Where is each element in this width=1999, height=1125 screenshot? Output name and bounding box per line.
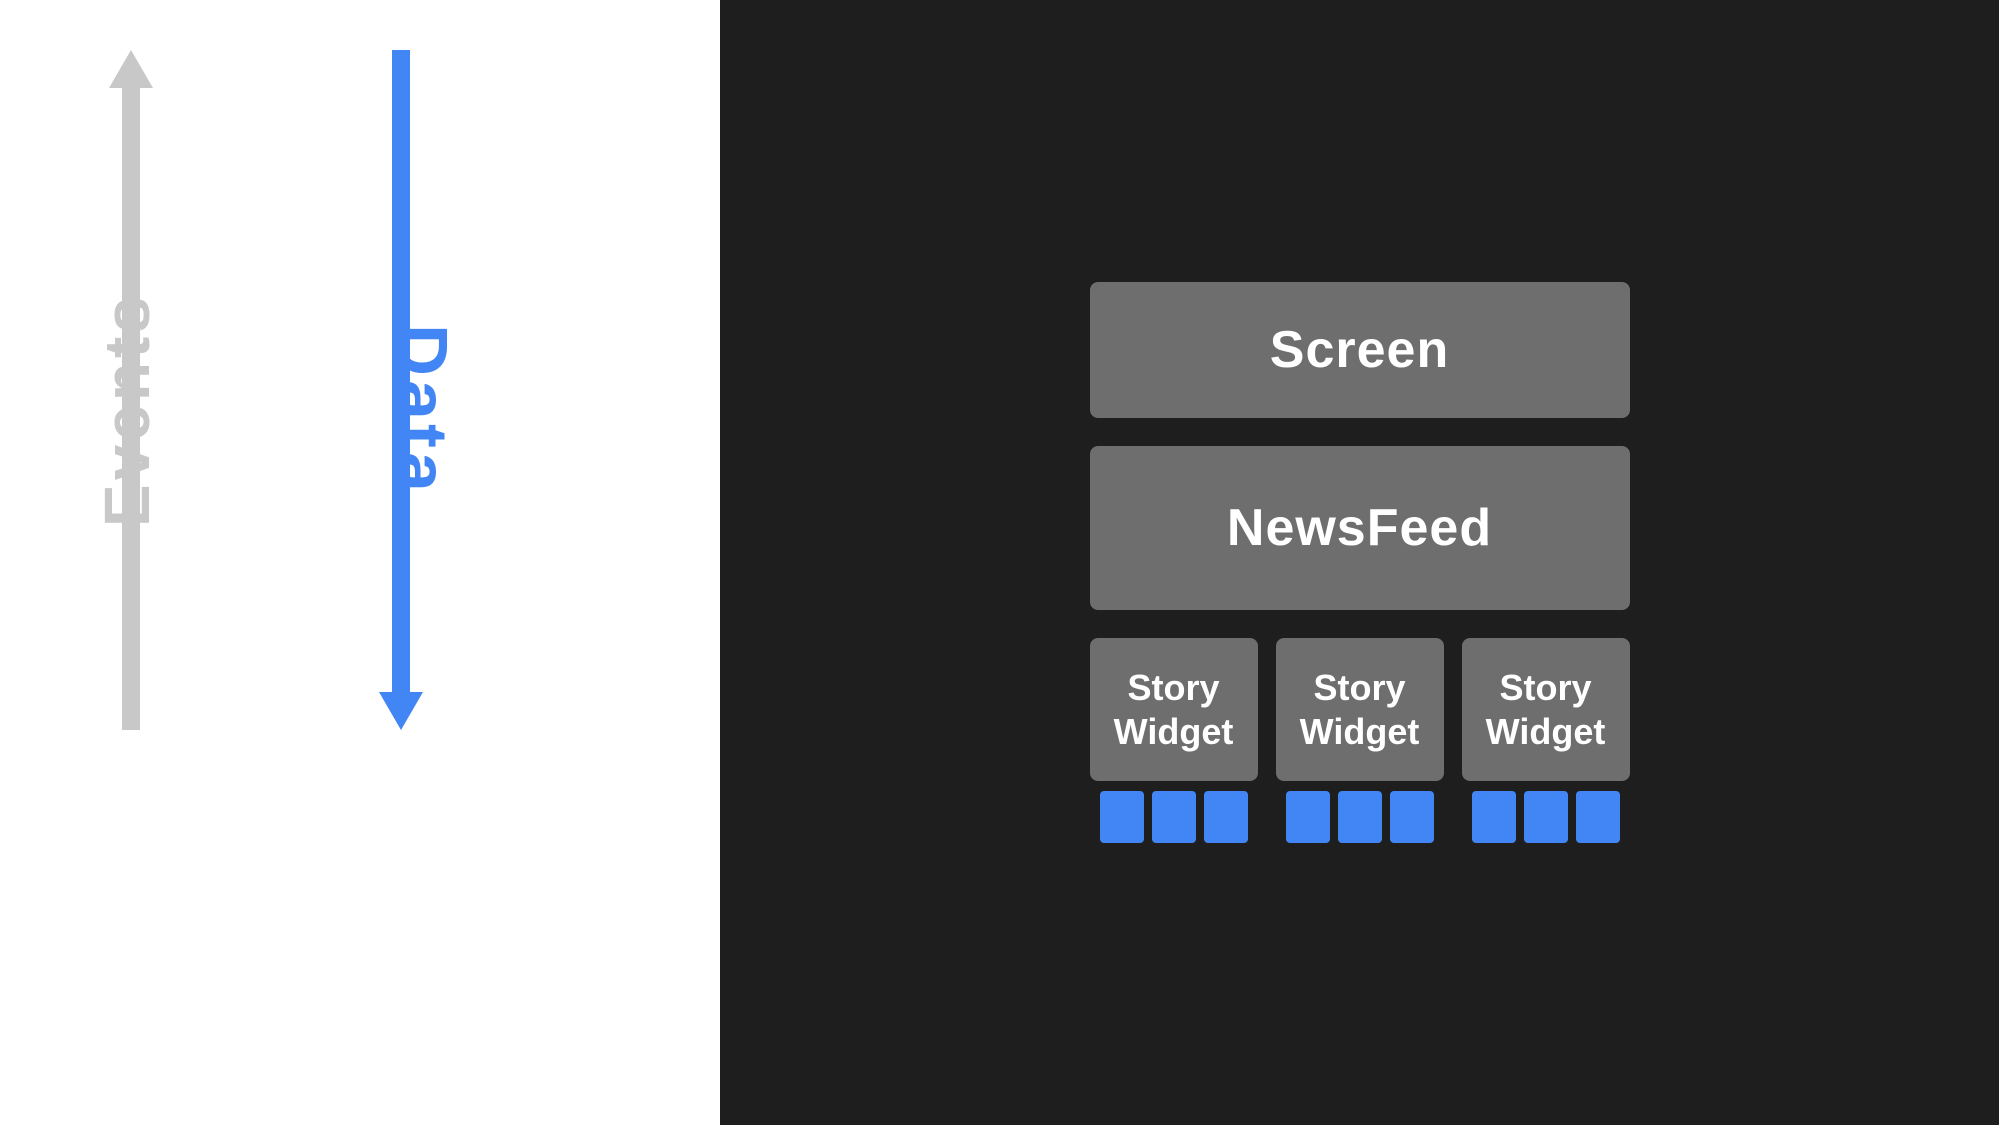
- story-sub-items-3: [1462, 791, 1630, 843]
- data-arrow-container: Data: [390, 50, 412, 770]
- story-sub-item-2-1: [1286, 791, 1330, 843]
- events-arrow-container: Events: [120, 50, 142, 770]
- story-widget-group-1: Story Widget: [1090, 638, 1258, 842]
- newsfeed-box: NewsFeed: [1090, 446, 1630, 610]
- story-sub-item-3-3: [1576, 791, 1620, 843]
- story-widget-box-1: Story Widget: [1090, 638, 1258, 780]
- story-sub-item-3-1: [1472, 791, 1516, 843]
- story-widget-box-2: Story Widget: [1276, 638, 1444, 780]
- story-widget-box-3: Story Widget: [1462, 638, 1630, 780]
- story-sub-item-1-2: [1152, 791, 1196, 843]
- events-label: Events: [90, 293, 164, 527]
- screen-box: Screen: [1090, 282, 1630, 418]
- story-sub-item-2-2: [1338, 791, 1382, 843]
- story-widget-group-3: Story Widget: [1462, 638, 1630, 842]
- story-widget-label-1: Story Widget: [1100, 666, 1248, 752]
- story-sub-item-3-2: [1524, 791, 1568, 843]
- story-widgets-row: Story Widget Story Widget Story Widget: [1090, 638, 1630, 842]
- data-label: Data: [380, 324, 462, 496]
- story-sub-items-1: [1090, 791, 1258, 843]
- newsfeed-label: NewsFeed: [1227, 498, 1492, 558]
- story-sub-item-1-1: [1100, 791, 1144, 843]
- story-widget-label-3: Story Widget: [1472, 666, 1620, 752]
- story-widget-group-2: Story Widget: [1276, 638, 1444, 842]
- screen-label: Screen: [1270, 320, 1449, 380]
- story-sub-item-2-3: [1390, 791, 1434, 843]
- left-panel: Events Data: [0, 0, 720, 1125]
- story-sub-item-1-3: [1204, 791, 1248, 843]
- story-sub-items-2: [1276, 791, 1444, 843]
- right-panel: Screen NewsFeed Story Widget Story Widge…: [720, 0, 1999, 1125]
- story-widget-label-2: Story Widget: [1286, 666, 1434, 752]
